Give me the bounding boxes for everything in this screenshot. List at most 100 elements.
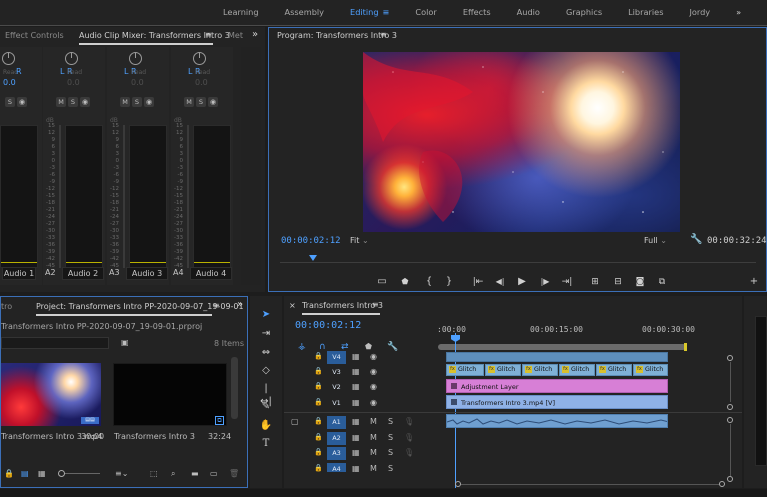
mute-button[interactable]: M: [370, 433, 377, 442]
track-label-a4[interactable]: A4: [327, 463, 346, 472]
mixer-menu-icon[interactable]: ≡: [205, 30, 212, 39]
solo-button[interactable]: S: [388, 433, 393, 442]
channel-name-audio-4[interactable]: Audio 4: [190, 267, 232, 280]
solo-button[interactable]: S: [196, 97, 206, 107]
solo-button[interactable]: S: [388, 448, 393, 457]
pen-tool-icon[interactable]: ✎: [259, 400, 273, 413]
v4-clip[interactable]: [446, 352, 668, 362]
lock-icon[interactable]: 🔒: [314, 382, 323, 390]
sync-lock-icon[interactable]: ▦: [352, 352, 360, 361]
menu-icon[interactable]: ≡: [383, 7, 390, 17]
solo-button[interactable]: S: [5, 97, 15, 107]
pan-value[interactable]: 0.0: [3, 78, 16, 87]
timeline-title[interactable]: Transformers Intro 3: [302, 301, 383, 310]
microphone-icon[interactable]: 🎙: [404, 448, 414, 457]
timeline-close-icon[interactable]: ×: [289, 301, 296, 310]
add-button-icon[interactable]: +: [747, 276, 761, 288]
workspace-tab-graphics[interactable]: Graphics: [553, 0, 615, 26]
mixer-overflow-button[interactable]: »: [252, 29, 258, 40]
project-item-thumbnail-mp4[interactable]: ▤▤: [1, 363, 101, 426]
workspace-overflow-button[interactable]: »: [723, 0, 754, 26]
solo-button[interactable]: S: [388, 417, 393, 426]
ripple-edit-tool-icon[interactable]: ⇔: [259, 346, 273, 359]
razor-tool-icon[interactable]: ◇: [259, 364, 273, 377]
lock-icon[interactable]: 🔒: [314, 398, 323, 406]
fit-dropdown[interactable]: Fit ⌄: [350, 236, 369, 245]
program-menu-icon[interactable]: ≡: [380, 30, 387, 39]
hand-tool-icon[interactable]: ✋: [259, 419, 273, 432]
program-video-frame[interactable]: [363, 52, 680, 232]
workspace-tab-effects[interactable]: Effects: [450, 0, 504, 26]
go-to-out-icon[interactable]: ⇥|: [560, 276, 574, 288]
track-label-v4[interactable]: V4: [327, 351, 346, 364]
glitch-clip[interactable]: fx Glitch: [446, 364, 484, 376]
comparison-view-icon[interactable]: ⧉: [655, 276, 669, 288]
workspace-tab-color[interactable]: Color: [402, 0, 449, 26]
sync-lock-icon[interactable]: ▦: [352, 448, 360, 457]
glitch-clip[interactable]: fx Glitch: [485, 364, 521, 376]
workspace-tab-jordy[interactable]: Jordy: [676, 0, 723, 26]
play-icon[interactable]: ▶: [515, 276, 529, 288]
eye-icon[interactable]: ◉: [370, 352, 377, 361]
sort-icon[interactable]: ≡⌄: [115, 469, 128, 478]
pan-knob[interactable]: [129, 52, 142, 65]
mute-button[interactable]: M: [56, 97, 66, 107]
trash-icon[interactable]: 🗑: [229, 469, 239, 478]
vertical-zoom-handle[interactable]: [727, 404, 733, 410]
sync-lock-icon[interactable]: ▦: [352, 417, 360, 426]
pan-knob[interactable]: [193, 52, 206, 65]
new-item-icon[interactable]: ▭: [210, 469, 218, 478]
track-label-v3[interactable]: V3: [327, 366, 346, 379]
time-ruler[interactable]: :00:00 00:00:15:00 00:00:30:00: [437, 320, 737, 351]
record-button[interactable]: ◉: [80, 97, 90, 107]
sync-lock-icon[interactable]: ▦: [352, 382, 360, 391]
pan-value[interactable]: 0.0: [195, 78, 208, 87]
program-playhead[interactable]: [309, 255, 318, 261]
work-area-bar[interactable]: [438, 344, 686, 350]
vertical-scrollbar[interactable]: [730, 362, 731, 402]
workspace-tab-assembly[interactable]: Assembly: [272, 0, 337, 26]
channel-name-audio-1[interactable]: Audio 1: [2, 267, 36, 280]
mute-button[interactable]: M: [370, 448, 377, 457]
timeline-current-timecode[interactable]: 00:00:02:12: [295, 320, 361, 331]
mute-button[interactable]: M: [370, 417, 377, 426]
microphone-icon[interactable]: 🎙: [404, 433, 414, 442]
zoom-slider-handle[interactable]: [58, 470, 65, 477]
solo-button[interactable]: S: [132, 97, 142, 107]
lock-icon[interactable]: 🔒: [314, 367, 323, 375]
step-back-icon[interactable]: ◀|: [493, 276, 507, 288]
glitch-clip[interactable]: fx Glitch: [633, 364, 668, 376]
export-frame-icon[interactable]: ◙: [633, 276, 647, 288]
track-label-a1[interactable]: A1: [327, 416, 346, 429]
selection-tool-icon[interactable]: ➤: [259, 308, 273, 321]
eye-icon[interactable]: ◉: [370, 367, 377, 376]
mark-in-icon[interactable]: {: [422, 276, 436, 288]
pan-knob[interactable]: [2, 52, 15, 65]
solo-button[interactable]: S: [68, 97, 78, 107]
icon-view-icon[interactable]: ▦: [38, 469, 46, 478]
wrench-icon[interactable]: 🔧: [690, 234, 702, 245]
go-to-in-icon[interactable]: |⇤: [471, 276, 485, 288]
project-item-thumbnail-sequence[interactable]: ⧉: [113, 363, 227, 426]
mute-button[interactable]: M: [184, 97, 194, 107]
extract-icon[interactable]: ⊟: [611, 276, 625, 288]
glitch-clip[interactable]: fx Glitch: [559, 364, 595, 376]
type-tool-icon[interactable]: T: [259, 437, 273, 450]
channel-name-audio-2[interactable]: Audio 2: [62, 267, 104, 280]
sync-lock-icon[interactable]: ▦: [352, 367, 360, 376]
mute-button[interactable]: M: [120, 97, 130, 107]
work-area-end-handle[interactable]: [684, 343, 687, 351]
add-marker-icon[interactable]: ⬟: [398, 276, 412, 288]
workspace-tab-learning[interactable]: Learning: [210, 0, 272, 26]
glitch-clip[interactable]: fx Glitch: [596, 364, 632, 376]
tab-metadata[interactable]: Met: [228, 31, 243, 40]
channel-name-audio-3[interactable]: Audio 3: [126, 267, 168, 280]
sync-lock-icon[interactable]: ▦: [352, 398, 360, 407]
workspace-tab-editing[interactable]: Editing ≡: [337, 0, 402, 26]
lock-icon[interactable]: 🔒: [314, 464, 323, 472]
tab-effect-controls[interactable]: Effect Controls: [5, 31, 64, 40]
project-overflow-button[interactable]: »: [237, 299, 243, 310]
lock-icon[interactable]: 🔒: [314, 433, 323, 441]
workspace-tab-audio[interactable]: Audio: [504, 0, 553, 26]
program-current-timecode[interactable]: 00:00:02:12: [281, 236, 341, 246]
